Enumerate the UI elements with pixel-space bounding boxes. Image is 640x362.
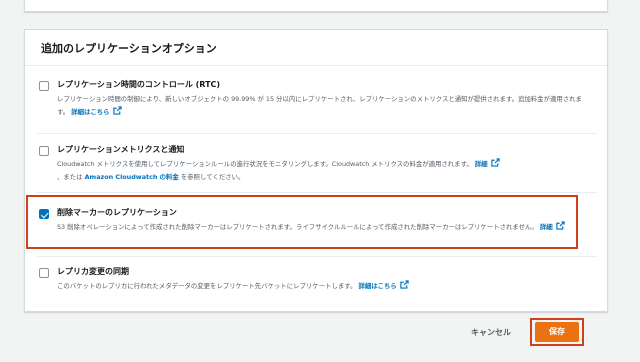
- metrics-checkbox[interactable]: [39, 146, 49, 156]
- replica-sync-learn-more-link[interactable]: 詳細はこちら: [358, 282, 396, 290]
- section-title: 追加のレプリケーションオプション: [25, 30, 607, 66]
- external-link-icon[interactable]: [400, 280, 409, 289]
- cancel-button[interactable]: キャンセル: [460, 324, 522, 342]
- metrics-details-link[interactable]: 詳細: [475, 160, 488, 168]
- option-divider: [37, 133, 597, 134]
- external-link-icon[interactable]: [112, 106, 122, 115]
- option-rtc-description: レプリケーション時間の制御により、新しいオブジェクトの 99.99% が 15 …: [57, 93, 585, 119]
- option-replica-sync-description: このバケットのレプリカに行われたメタデータの変更をレプリケート先バケットにレプリ…: [57, 280, 585, 293]
- previous-section-panel: [24, 0, 608, 12]
- option-divider: [37, 192, 597, 193]
- option-divider: [37, 256, 597, 257]
- option-metrics-title: レプリケーションメトリクスと通知: [57, 145, 185, 154]
- replica-sync-checkbox[interactable]: [39, 268, 49, 278]
- rtc-checkbox[interactable]: [39, 81, 49, 91]
- rtc-learn-more-link[interactable]: 詳細はこちら: [71, 108, 109, 116]
- option-metrics-desc-line2-pre: 、または: [57, 173, 83, 181]
- option-rtc-desc-line1: レプリケーション時間の制御により、新しいオブジェクトの 99.99% が 15 …: [57, 95, 506, 103]
- additional-replication-options-panel: 追加のレプリケーションオプション レプリケーション時間のコントロール (RTC)…: [24, 29, 608, 312]
- option-metrics-description: Cloudwatch メトリクスを使用してレプリケーションルールの進行状況をモニ…: [57, 158, 585, 184]
- option-metrics-desc-line2-post: を参照してください。: [180, 173, 245, 181]
- cloudwatch-pricing-link[interactable]: Amazon Cloudwatch の料金: [85, 173, 179, 181]
- external-link-icon[interactable]: [490, 158, 500, 167]
- option-replica-sync-title: レプリカ変更の同期: [57, 267, 129, 276]
- save-button[interactable]: 保存: [535, 322, 579, 342]
- option-replica-sync-desc-line1: このバケットのレプリカに行われたメタデータの変更をレプリケート先バケットにレプリ…: [57, 282, 357, 290]
- option-rtc-title: レプリケーション時間のコントロール (RTC): [57, 80, 221, 89]
- option-metrics-desc-line1: Cloudwatch メトリクスを使用してレプリケーションルールの進行状況をモニ…: [57, 160, 473, 168]
- delete-marker-highlight-outline: [26, 195, 578, 249]
